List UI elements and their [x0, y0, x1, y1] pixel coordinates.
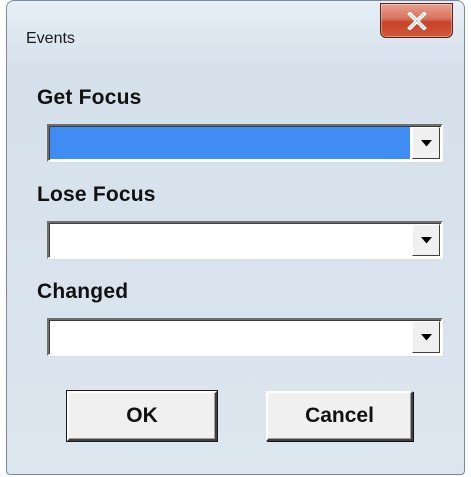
lose-focus-combobox[interactable]: [47, 221, 443, 259]
get-focus-combobox[interactable]: [47, 124, 443, 162]
lose-focus-dropdown-button[interactable]: [412, 224, 440, 256]
changed-label: Changed: [37, 280, 129, 303]
close-button[interactable]: [380, 3, 453, 38]
chevron-down-icon: [420, 139, 432, 146]
chevron-down-icon: [420, 236, 432, 243]
get-focus-label: Get Focus: [37, 86, 142, 109]
get-focus-dropdown-button[interactable]: [412, 127, 440, 159]
changed-value[interactable]: [50, 321, 410, 353]
window-title: Events: [26, 30, 75, 47]
get-focus-value[interactable]: [50, 127, 410, 159]
lose-focus-value[interactable]: [50, 224, 410, 256]
close-icon: [406, 11, 427, 30]
cancel-button[interactable]: Cancel: [266, 391, 413, 441]
chevron-down-icon: [420, 333, 432, 340]
ok-button[interactable]: OK: [66, 390, 218, 442]
changed-dropdown-button[interactable]: [412, 321, 440, 353]
lose-focus-label: Lose Focus: [37, 183, 156, 206]
changed-combobox[interactable]: [47, 318, 443, 356]
